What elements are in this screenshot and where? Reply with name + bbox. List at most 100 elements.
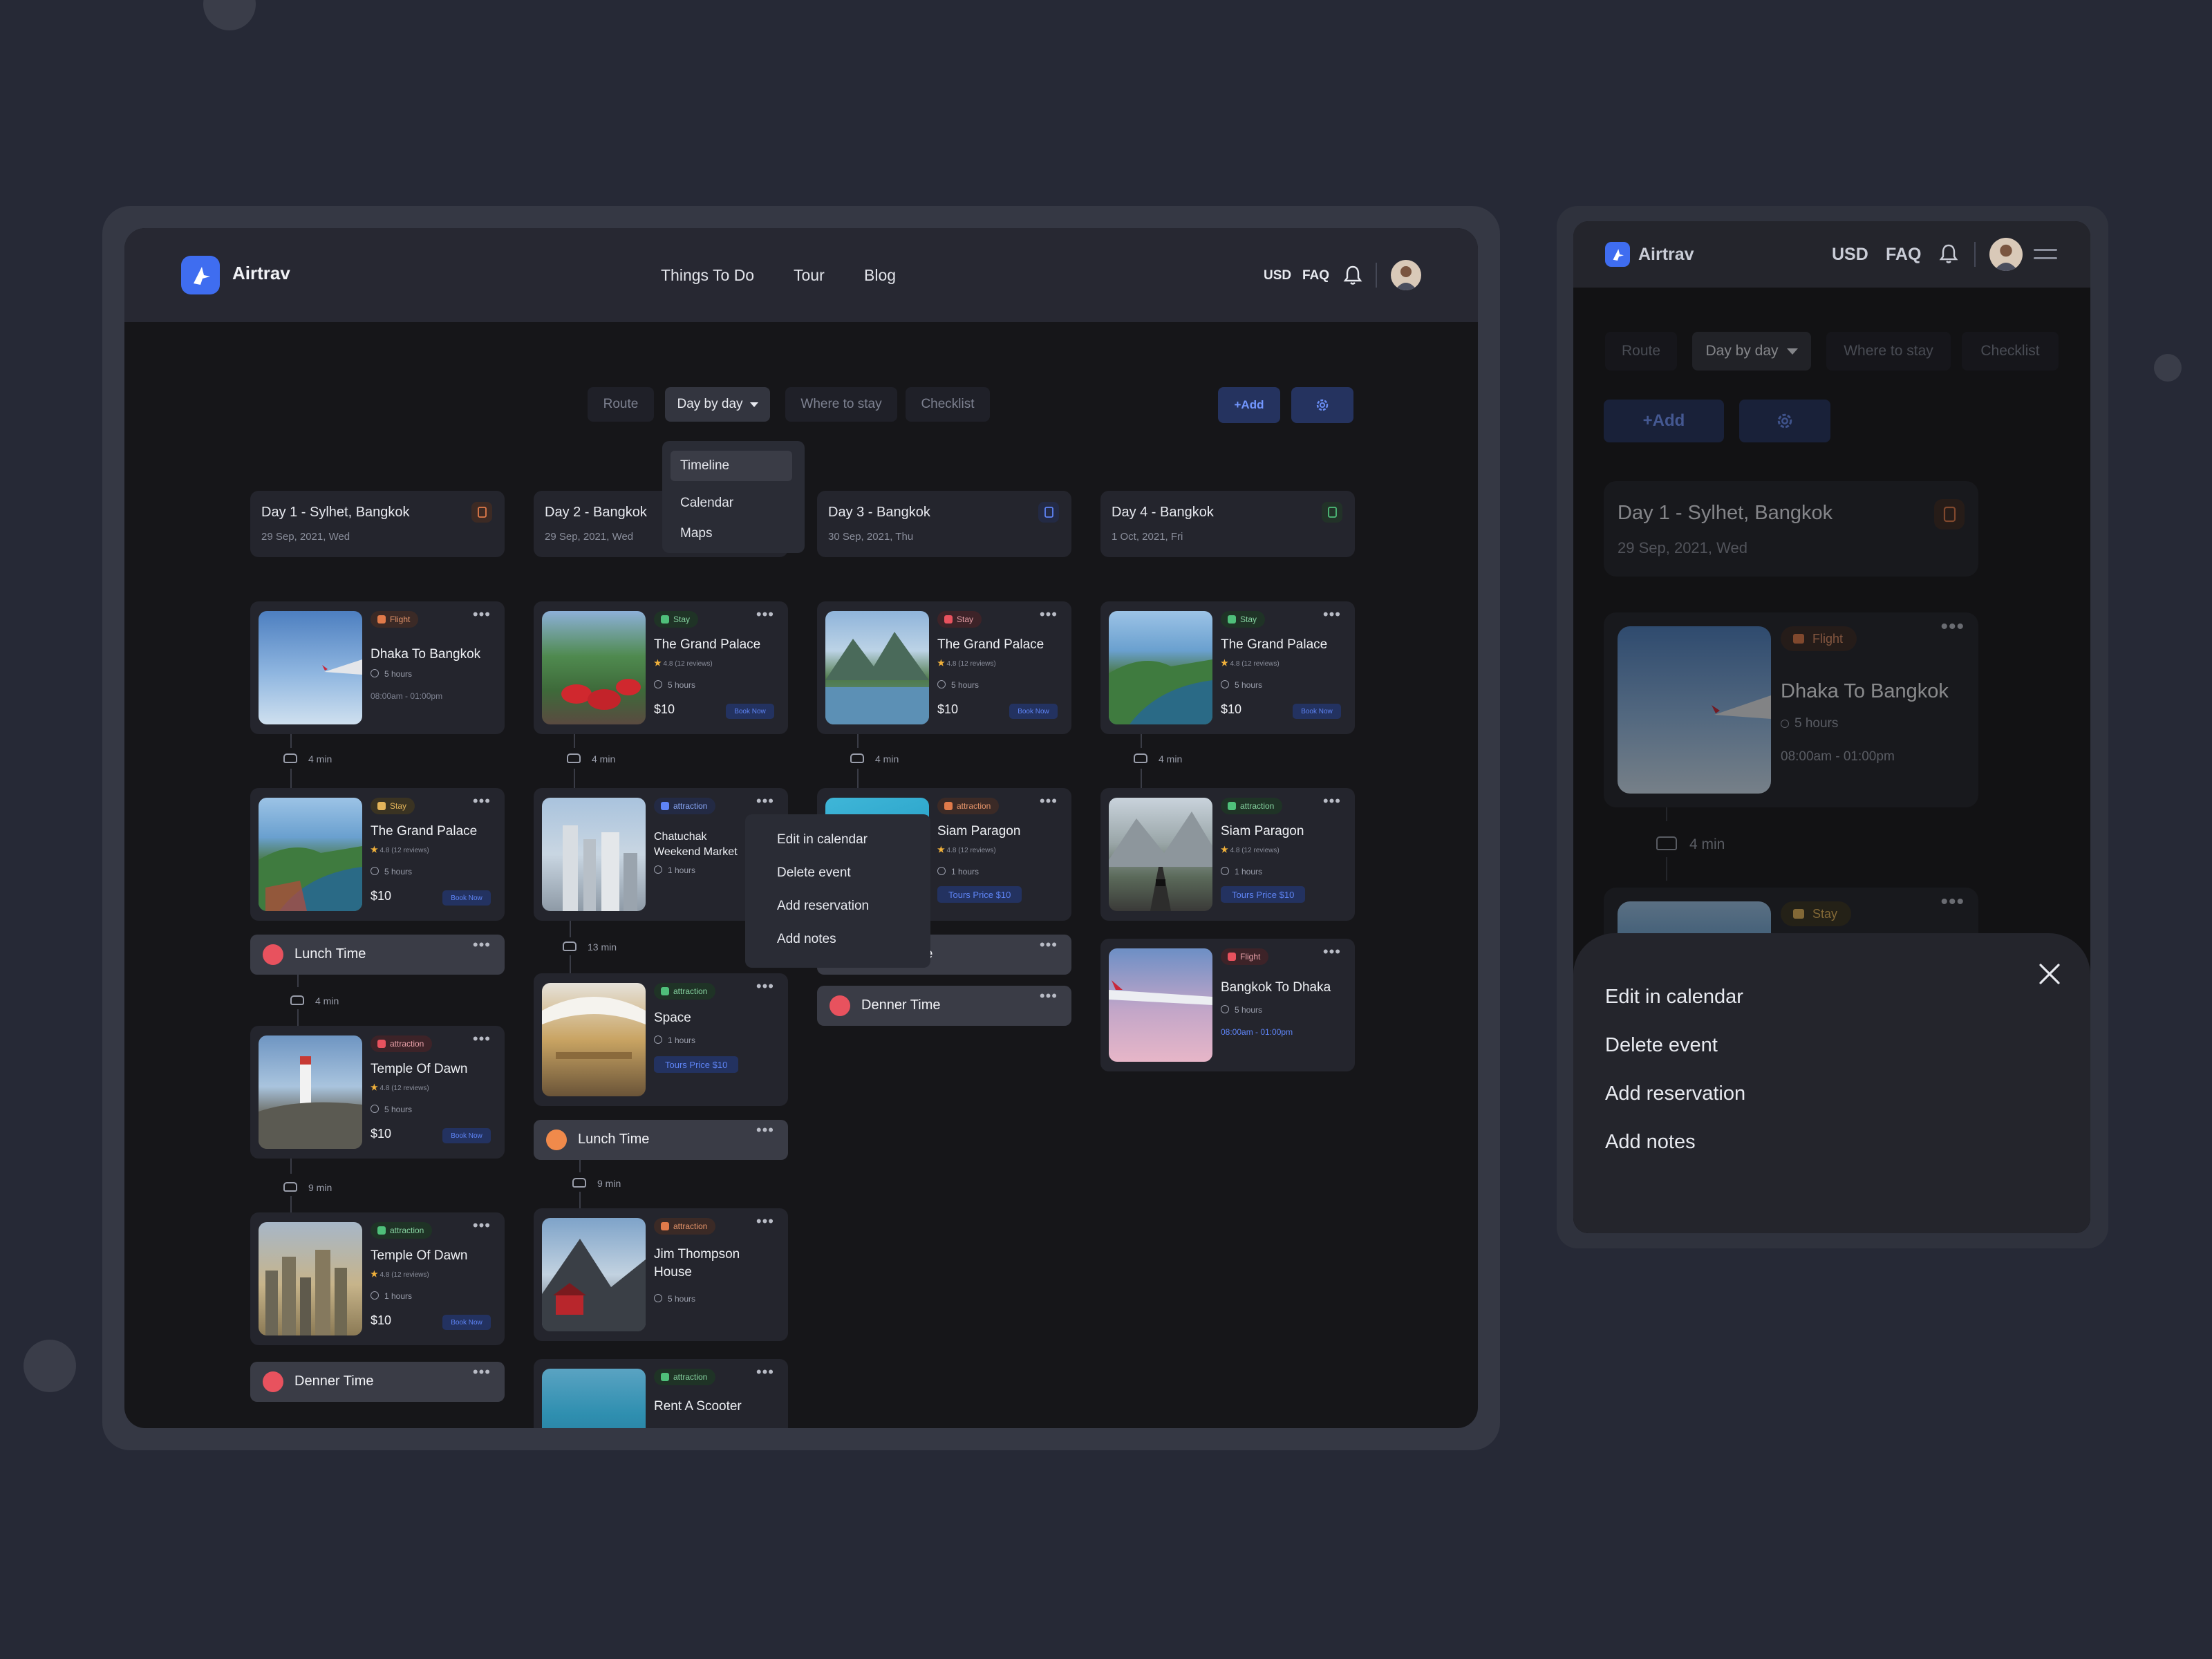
book-now-button[interactable]: Book Now [726, 704, 774, 719]
tour-price-tag[interactable]: Tours Price $10 [937, 886, 1022, 903]
document-icon[interactable] [1322, 502, 1342, 523]
currency-selector[interactable]: USD [1264, 268, 1291, 283]
book-now-button[interactable]: Book Now [1293, 704, 1341, 719]
itinerary-card-flight[interactable]: Flight ••• Dhaka To Bangkok 5 hours 08:0… [250, 601, 505, 734]
more-options-icon[interactable]: ••• [1323, 792, 1341, 810]
travel-time: 9 min [597, 1178, 621, 1189]
more-options-icon[interactable]: ••• [756, 792, 774, 810]
tab-route[interactable]: Route [588, 387, 654, 422]
more-options-icon[interactable]: ••• [1040, 936, 1058, 954]
bell-icon[interactable] [1938, 242, 1959, 265]
itinerary-card-stay[interactable]: Stay ••• The Grand Palace ★ 4.8 (12 revi… [817, 601, 1071, 734]
bell-icon[interactable] [1342, 264, 1363, 286]
coastal-town-image [1109, 611, 1212, 724]
day-title: Day 1 - Sylhet, Bangkok [261, 505, 410, 520]
more-options-icon[interactable]: ••• [473, 1363, 491, 1381]
tab-where-to-stay[interactable]: Where to stay [785, 387, 897, 422]
meal-title: Denner Time [861, 997, 941, 1013]
meal-dinner-time[interactable]: Denner Time ••• [817, 986, 1071, 1026]
add-button[interactable]: +Add [1218, 387, 1280, 423]
menu-item-add-notes[interactable]: Add notes [777, 932, 836, 947]
brand-name[interactable]: Airtrav [1638, 245, 1694, 265]
more-options-icon[interactable]: ••• [756, 606, 774, 624]
car-icon [572, 1178, 586, 1188]
itinerary-card-attraction[interactable]: attraction ••• Temple Of Dawn ★ 4.8 (12 … [250, 1212, 505, 1345]
tab-day-by-day[interactable]: Day by day [665, 387, 770, 422]
close-icon[interactable] [2038, 962, 2061, 986]
currency-selector[interactable]: USD [1832, 245, 1868, 265]
more-options-icon[interactable]: ••• [473, 792, 491, 810]
more-options-icon[interactable]: ••• [756, 977, 774, 995]
book-now-button[interactable]: Book Now [442, 890, 491, 906]
document-icon[interactable] [471, 502, 492, 523]
menu-item-delete-event[interactable]: Delete event [777, 865, 851, 881]
more-options-icon[interactable]: ••• [756, 1363, 774, 1381]
dropdown-item-maps[interactable]: Maps [671, 518, 792, 549]
meal-lunch-time[interactable]: Lunch Time ••• [534, 1120, 788, 1160]
dropdown-item-timeline[interactable]: Timeline [671, 451, 792, 481]
book-now-button[interactable]: Book Now [442, 1128, 491, 1143]
meal-lunch-time[interactable]: Lunch Time ••• [250, 935, 505, 975]
itinerary-card-attraction[interactable]: attraction ••• Rent A Scooter [534, 1359, 788, 1428]
more-options-icon[interactable]: ••• [473, 936, 491, 954]
itinerary-card-attraction[interactable]: attraction ••• Jim Thompson House 5 hour… [534, 1208, 788, 1341]
menu-item-edit-in-calendar[interactable]: Edit in calendar [1605, 986, 1743, 1009]
airtrav-logo-icon[interactable] [181, 256, 220, 294]
more-options-icon[interactable]: ••• [1040, 987, 1058, 1005]
nav-link-blog[interactable]: Blog [864, 266, 896, 285]
car-icon [290, 995, 304, 1005]
more-options-icon[interactable]: ••• [473, 1030, 491, 1048]
airtrav-logo-icon[interactable] [1605, 242, 1630, 267]
itinerary-card-attraction[interactable]: attraction ••• Siam Paragon ★ 4.8 (12 re… [1100, 788, 1355, 921]
more-options-icon[interactable]: ••• [1323, 943, 1341, 961]
day-header-1[interactable]: Day 1 - Sylhet, Bangkok 29 Sep, 2021, We… [250, 491, 505, 557]
book-now-button[interactable]: Book Now [1009, 704, 1058, 719]
book-now-button[interactable]: Book Now [442, 1315, 491, 1330]
travel-time: 4 min [875, 753, 899, 765]
more-options-icon[interactable]: ••• [756, 1121, 774, 1139]
more-options-icon[interactable]: ••• [473, 606, 491, 624]
menu-item-delete-event[interactable]: Delete event [1605, 1034, 1718, 1057]
more-options-icon[interactable]: ••• [1040, 606, 1058, 624]
more-options-icon[interactable]: ••• [473, 1217, 491, 1235]
more-options-icon[interactable]: ••• [756, 1212, 774, 1230]
user-avatar[interactable] [1391, 260, 1421, 290]
badge-flight: Flight [1221, 948, 1269, 965]
itinerary-card-stay[interactable]: Stay ••• The Grand Palace ★ 4.8 (12 revi… [1100, 601, 1355, 734]
day-header-4[interactable]: Day 4 - Bangkok 1 Oct, 2021, Fri [1100, 491, 1355, 557]
brand-name[interactable]: Airtrav [232, 263, 290, 284]
timeline-connector [1141, 769, 1142, 788]
menu-item-add-reservation[interactable]: Add reservation [1605, 1082, 1745, 1105]
restaurant-icon [830, 995, 850, 1016]
user-avatar[interactable] [1989, 238, 2023, 271]
day-header-3[interactable]: Day 3 - Bangkok 30 Sep, 2021, Thu [817, 491, 1071, 557]
settings-button[interactable] [1291, 387, 1353, 423]
card-duration: 1 hours [371, 1291, 412, 1301]
nav-link-tour[interactable]: Tour [794, 266, 825, 285]
more-options-icon[interactable]: ••• [1040, 792, 1058, 810]
tour-price-tag[interactable]: Tours Price $10 [1221, 886, 1306, 903]
decor-circle-top [203, 0, 256, 30]
view-dropdown-menu: Timeline Calendar Maps [662, 441, 805, 553]
tab-checklist[interactable]: Checklist [906, 387, 990, 422]
itinerary-card-stay[interactable]: Stay ••• The Grand Palace ★ 4.8 (12 revi… [250, 788, 505, 921]
itinerary-card-attraction[interactable]: attraction ••• Temple Of Dawn ★ 4.8 (12 … [250, 1026, 505, 1159]
wing-sunset-image [1109, 948, 1212, 1062]
timeline-connector [297, 1009, 299, 1026]
faq-link[interactable]: FAQ [1302, 268, 1329, 283]
menu-item-edit-in-calendar[interactable]: Edit in calendar [777, 832, 868, 847]
hamburger-menu-icon[interactable] [2034, 245, 2057, 264]
faq-link[interactable]: FAQ [1886, 245, 1921, 265]
dropdown-item-calendar[interactable]: Calendar [671, 488, 792, 518]
meal-dinner-time[interactable]: Denner Time ••• [250, 1362, 505, 1402]
tour-price-tag[interactable]: Tours Price $10 [654, 1056, 739, 1073]
document-icon[interactable] [1038, 502, 1059, 523]
itinerary-card-stay[interactable]: Stay ••• The Grand Palace ★ 4.8 (12 revi… [534, 601, 788, 734]
itinerary-card-flight[interactable]: Flight ••• Bangkok To Dhaka 5 hours 08:0… [1100, 939, 1355, 1071]
more-options-icon[interactable]: ••• [1323, 606, 1341, 624]
itinerary-card-attraction[interactable]: attraction ••• Space 1 hours Tours Price… [534, 973, 788, 1106]
menu-item-add-reservation[interactable]: Add reservation [777, 899, 869, 914]
card-duration: 5 hours [371, 867, 412, 877]
nav-link-things-to-do[interactable]: Things To Do [661, 266, 754, 285]
menu-item-add-notes[interactable]: Add notes [1605, 1131, 1696, 1154]
